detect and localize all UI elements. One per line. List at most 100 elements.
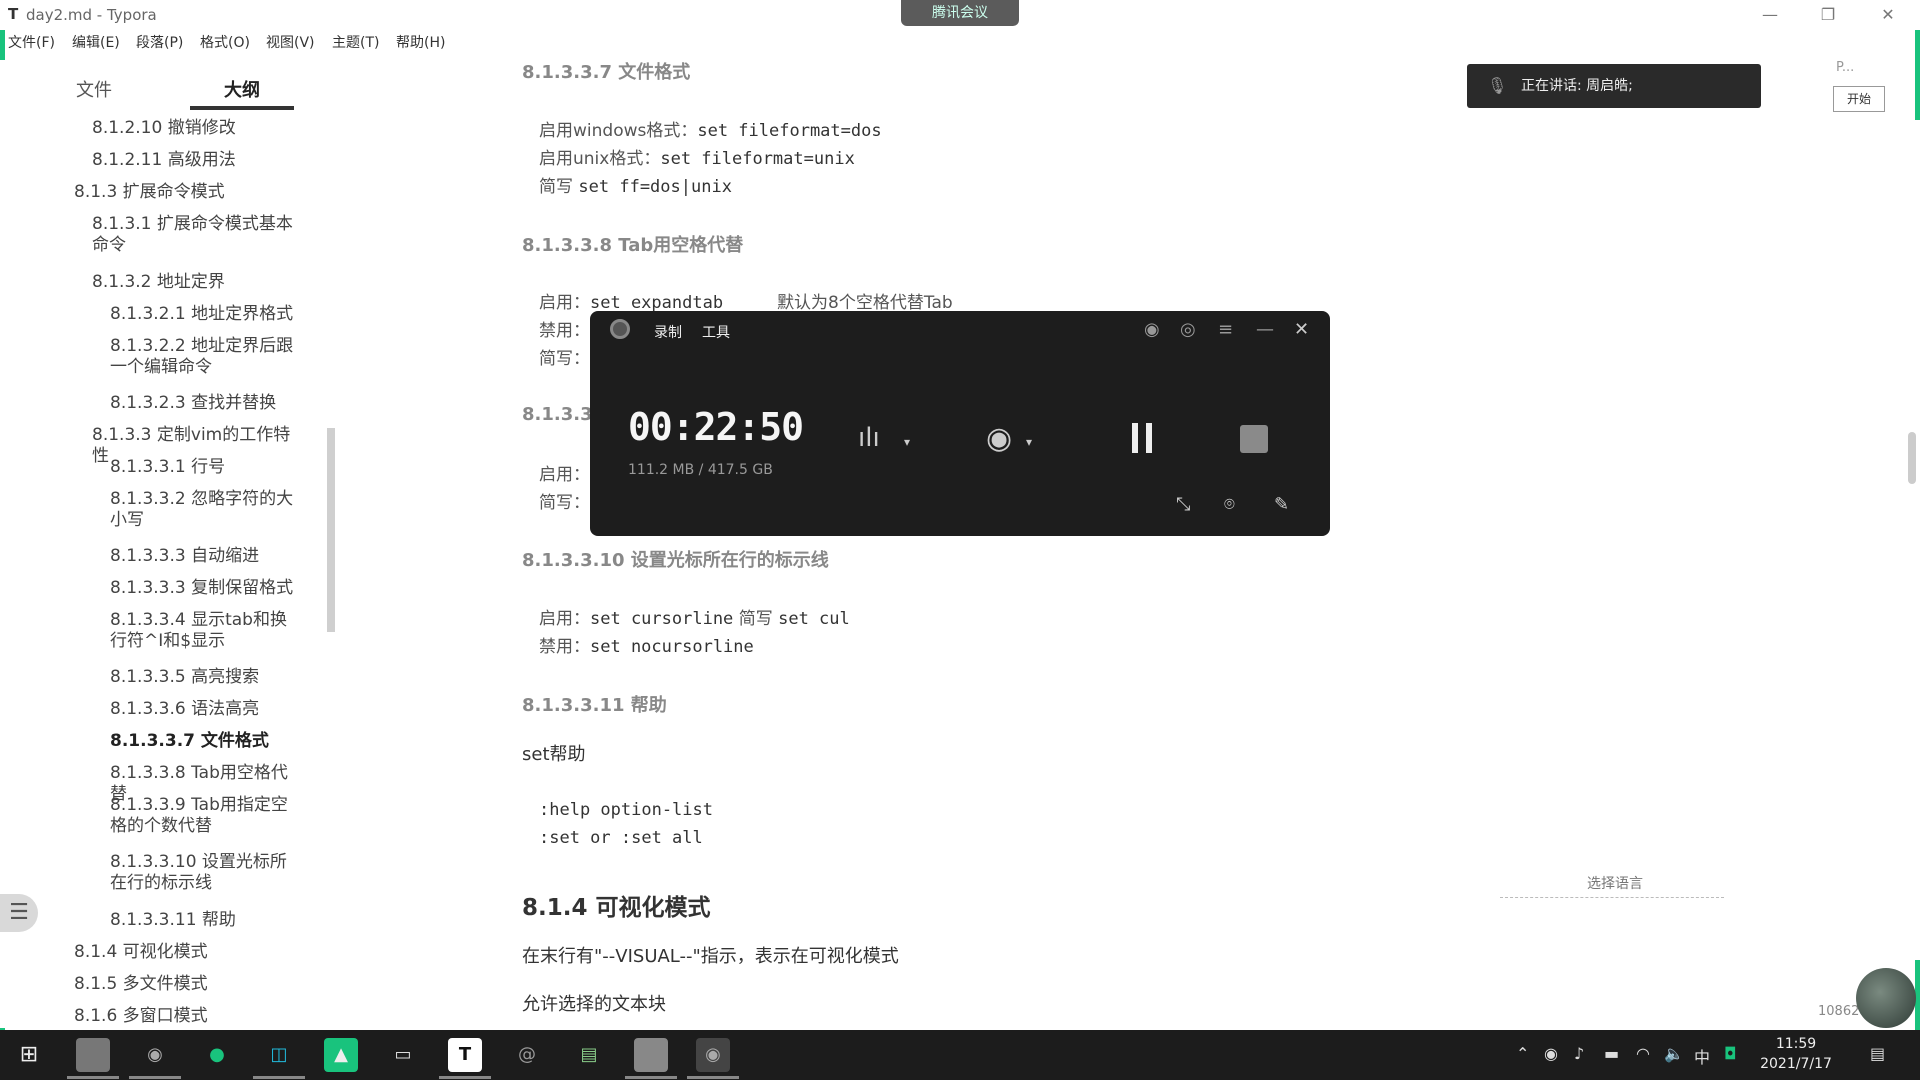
ime-indicator[interactable]: 中 bbox=[1694, 1044, 1710, 1068]
pause-button[interactable] bbox=[1132, 423, 1160, 457]
outline-item[interactable]: 8.1.3.3.3 自动缩进 bbox=[110, 546, 300, 567]
pen-icon[interactable]: ✎ bbox=[1274, 494, 1289, 515]
avatar[interactable] bbox=[1856, 968, 1916, 1028]
minimize-icon[interactable]: — bbox=[1256, 319, 1274, 340]
select-language[interactable]: 选择语言 bbox=[1587, 873, 1643, 893]
clock-time: 11:59 bbox=[1775, 1036, 1817, 1052]
outline-item[interactable]: 8.1.3.3.1 行号 bbox=[110, 457, 300, 478]
start-button[interactable]: 开始 bbox=[1833, 86, 1885, 112]
file-explorer-icon[interactable]: ▭ bbox=[386, 1038, 420, 1072]
menu-format[interactable]: 格式(O) bbox=[200, 32, 250, 52]
outline-item[interactable]: 8.1.6 多窗口模式 bbox=[74, 1006, 300, 1027]
sidebar-scrollbar[interactable] bbox=[327, 428, 335, 632]
outline-item[interactable]: 8.1.3.2.1 地址定界格式 bbox=[110, 304, 300, 325]
restore-button[interactable]: ❐ bbox=[1808, 2, 1848, 28]
recorder-menu-tools[interactable]: 工具 bbox=[702, 322, 730, 342]
recorder-app-icon[interactable]: ◉ bbox=[696, 1038, 730, 1072]
menu-view[interactable]: 视图(V) bbox=[266, 32, 315, 52]
running-indicator bbox=[439, 1076, 491, 1079]
taskbar-app-icon[interactable]: ◫ bbox=[262, 1038, 296, 1072]
outline-item[interactable]: 8.1.3.3.6 语法高亮 bbox=[110, 699, 300, 720]
outline-item[interactable]: 8.1.3.2.2 地址定界后跟一个编辑命令 bbox=[110, 336, 300, 378]
outline-item[interactable]: 8.1.3.3.3 复制保留格式 bbox=[110, 578, 300, 599]
wechat-icon[interactable]: ● bbox=[200, 1038, 234, 1072]
running-indicator bbox=[687, 1076, 739, 1079]
code-line: :help option-list bbox=[539, 800, 713, 820]
outline-item[interactable]: 8.1.3.2 地址定界 bbox=[92, 272, 300, 293]
outline-item[interactable]: 8.1.3.3.9 Tab用指定空格的个数代替 bbox=[110, 795, 300, 837]
close-button[interactable]: ✕ bbox=[1868, 2, 1908, 28]
menu-paragraph[interactable]: 段落(P) bbox=[136, 32, 183, 52]
taskbar-app-icon[interactable] bbox=[634, 1038, 668, 1072]
code-line: :set or :set all bbox=[539, 828, 703, 848]
outline-item[interactable]: 8.1.3.3.5 高亮搜索 bbox=[110, 667, 300, 688]
running-indicator bbox=[67, 1076, 119, 1079]
code-line: 禁用： bbox=[539, 321, 590, 341]
wifi-icon[interactable]: ◠ bbox=[1636, 1044, 1650, 1063]
audio-wave-icon[interactable]: ılı bbox=[858, 423, 880, 453]
meeting-app-icon[interactable]: ▲ bbox=[324, 1038, 358, 1072]
taskbar-app-icon[interactable]: ▤ bbox=[572, 1038, 606, 1072]
outline-item[interactable]: 8.1.5 多文件模式 bbox=[74, 974, 300, 995]
participant-tag: P... bbox=[1836, 60, 1855, 75]
clock-date: 2021/7/17 bbox=[1760, 1056, 1832, 1072]
person-icon[interactable]: ◉ bbox=[1144, 319, 1160, 340]
outline-item[interactable]: 8.1.3 扩展命令模式 bbox=[74, 182, 300, 203]
recorder-menu-record[interactable]: 录制 bbox=[654, 322, 682, 342]
menu-edit[interactable]: 编辑(E) bbox=[72, 32, 120, 52]
clock[interactable]: 11:59 2021/7/17 bbox=[1756, 1034, 1836, 1074]
tray-app-icon[interactable]: ◘ bbox=[1724, 1044, 1737, 1063]
microphone-icon[interactable]: ♪ bbox=[1574, 1044, 1584, 1063]
shrink-icon[interactable]: ⤡ bbox=[1176, 494, 1190, 515]
code-line: 简写： bbox=[539, 349, 590, 369]
notification-icon[interactable]: ▤ bbox=[1870, 1044, 1885, 1063]
outline-item[interactable]: 8.1.3.1 扩展命令模式基本命令 bbox=[92, 214, 300, 256]
windows-start-icon[interactable]: ⊞ bbox=[12, 1038, 46, 1072]
heading-file-format: 8.1.3.3.7 文件格式 bbox=[522, 62, 691, 83]
divider bbox=[1500, 897, 1724, 898]
outline-item[interactable]: 8.1.3.3.4 显示tab和换行符^I和$显示 bbox=[110, 610, 300, 652]
menu-icon[interactable]: ≡ bbox=[1218, 319, 1233, 340]
code-line: 启用：set expandtab 默认为8个空格代替Tab bbox=[539, 293, 953, 313]
chat-icon[interactable]: ◎ bbox=[1180, 319, 1196, 340]
tab-files[interactable]: 文件 bbox=[76, 76, 112, 102]
heading-visual-mode: 8.1.4 可视化模式 bbox=[522, 895, 711, 921]
sidebar-toggle-icon[interactable]: ☰ bbox=[0, 894, 38, 932]
taskbar: ⊞ ◉ ● ◫ ▲ ▭ T @ ▤ ◉ ⌃ ◉ ♪ ▬ ◠ 🔈 中 ◘ 11:5… bbox=[0, 1030, 1920, 1080]
stop-button[interactable] bbox=[1240, 425, 1268, 453]
sidebar: 文件 大纲 8.1.2.10 撤销修改 8.1.2.11 高级用法 8.1.3 扩展… bbox=[0, 60, 412, 1082]
typora-icon[interactable]: T bbox=[448, 1038, 482, 1072]
meeting-indicator[interactable]: 腾讯会议 bbox=[901, 0, 1019, 26]
chrome-icon[interactable]: ◉ bbox=[138, 1038, 172, 1072]
outline-item[interactable]: 8.1.3.3.11 帮助 bbox=[110, 910, 300, 931]
chevron-down-icon[interactable]: ▾ bbox=[904, 435, 910, 449]
speaking-label: 正在讲话: 周启皓; bbox=[1521, 78, 1633, 94]
document-scrollbar[interactable] bbox=[1908, 432, 1916, 484]
close-icon[interactable]: ✕ bbox=[1294, 319, 1309, 340]
outline-item[interactable]: 8.1.3.3.7 文件格式 bbox=[110, 731, 300, 752]
recording-timer: 00:22:50 bbox=[628, 405, 804, 449]
outline-item[interactable]: 8.1.3.3.10 设置光标所在行的标示线 bbox=[110, 852, 300, 894]
outline-item[interactable]: 8.1.2.11 高级用法 bbox=[92, 150, 300, 171]
battery-icon[interactable]: ▬ bbox=[1604, 1044, 1619, 1063]
code-line: 启用： bbox=[539, 465, 590, 485]
outline-item[interactable]: 8.1.3.3.2 忽略字符的大小写 bbox=[110, 489, 300, 531]
volume-icon[interactable]: 🔈 bbox=[1664, 1044, 1684, 1063]
chevron-down-icon[interactable]: ▾ bbox=[1026, 435, 1032, 449]
outline-item[interactable]: 8.1.2.10 撤销修改 bbox=[92, 118, 300, 139]
speaking-notice: 🎙 正在讲话: 周启皓; bbox=[1467, 64, 1761, 108]
camera-icon[interactable]: ⌾ bbox=[1224, 494, 1235, 515]
chevron-up-icon[interactable]: ⌃ bbox=[1516, 1044, 1529, 1063]
menu-file[interactable]: 文件(F) bbox=[8, 32, 55, 52]
taskbar-app-icon[interactable] bbox=[76, 1038, 110, 1072]
tray-app-icon[interactable]: ◉ bbox=[1544, 1044, 1558, 1063]
paragraph: 在末行有"--VISUAL--"指示，表示在可视化模式 bbox=[522, 946, 899, 967]
webcam-icon[interactable]: ◉ bbox=[986, 421, 1012, 456]
taskbar-app-icon[interactable]: @ bbox=[510, 1038, 544, 1072]
minimize-button[interactable]: — bbox=[1750, 2, 1790, 28]
tab-outline[interactable]: 大纲 bbox=[224, 76, 260, 102]
outline-item[interactable]: 8.1.3.2.3 查找并替换 bbox=[110, 393, 300, 414]
paragraph: set帮助 bbox=[522, 744, 586, 765]
outline-item[interactable]: 8.1.4 可视化模式 bbox=[74, 942, 300, 963]
storage-usage: 111.2 MB / 417.5 GB bbox=[628, 462, 773, 478]
